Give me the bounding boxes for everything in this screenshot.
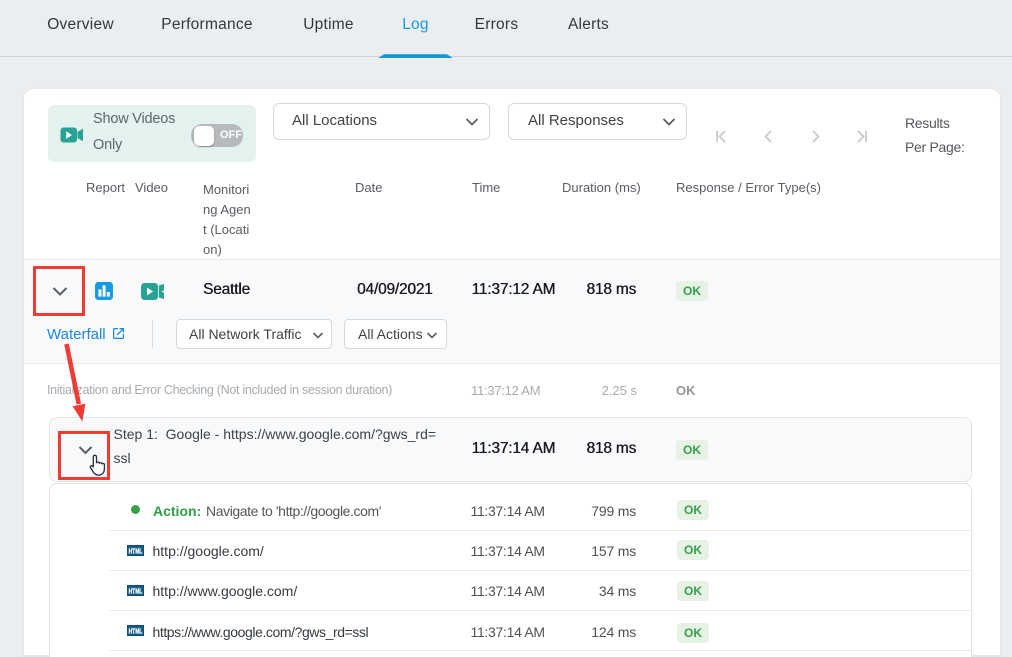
svg-text:HTML: HTML <box>128 586 142 595</box>
svg-text:HTML: HTML <box>128 626 142 635</box>
svg-text:HTML: HTML <box>128 546 142 555</box>
